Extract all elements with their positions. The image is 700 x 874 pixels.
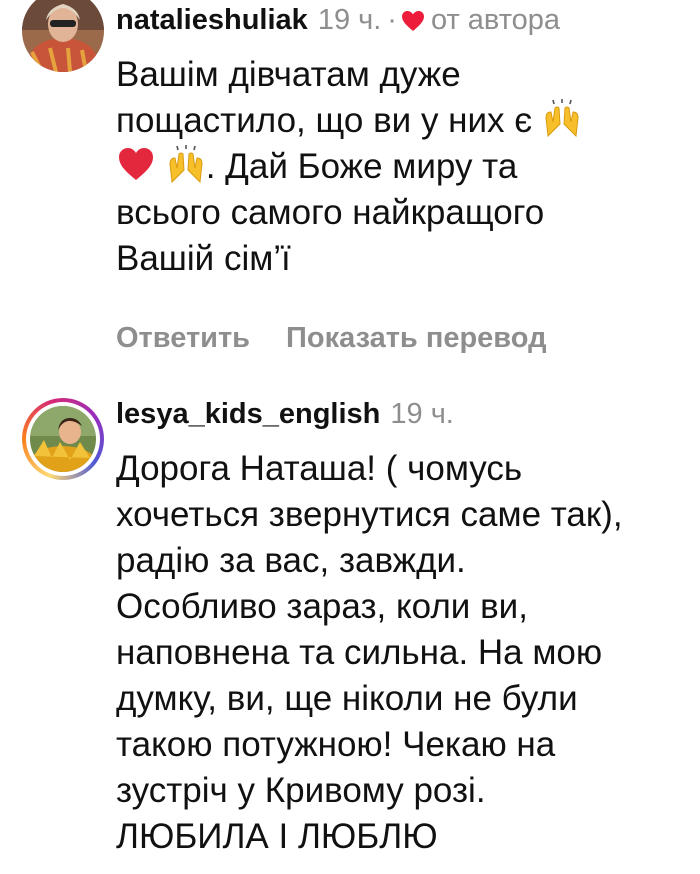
avatar[interactable] bbox=[22, 398, 104, 480]
raising-hands-icon bbox=[545, 99, 579, 138]
comment-header: natalieshuliak 19 ч. · от автора bbox=[116, 2, 680, 38]
timestamp: 19 ч. bbox=[390, 398, 454, 430]
username[interactable]: natalieshuliak bbox=[116, 2, 308, 38]
heart-icon bbox=[401, 11, 424, 31]
comment-text-line: Вашім дівчатам дуже bbox=[116, 55, 461, 94]
comment-text-line: всього самого найкращого bbox=[116, 193, 545, 232]
comment-header: lesya_kids_english 19 ч. bbox=[116, 396, 680, 432]
avatar[interactable] bbox=[22, 0, 104, 72]
story-ring[interactable] bbox=[22, 398, 104, 480]
comment-text: Вашім дівчатам дуже пощастило, що ви у н… bbox=[116, 52, 680, 282]
comment-text: Дорога Наташа! ( чомусь хочеться звернут… bbox=[116, 449, 623, 856]
username[interactable]: lesya_kids_english bbox=[116, 396, 380, 432]
comment-actions: Ответить Показать перевод bbox=[116, 322, 680, 355]
comment-text-line: Вашій сім’ї bbox=[116, 239, 291, 278]
comment-text-line: пощастило, що ви у них є bbox=[116, 101, 533, 140]
separator-dot: · bbox=[387, 4, 397, 36]
timestamp: 19 ч. bbox=[317, 4, 382, 36]
red-heart-icon bbox=[119, 148, 153, 180]
comment-text-line: . Дай Боже миру та bbox=[205, 147, 518, 186]
raising-hands-icon bbox=[169, 145, 203, 184]
author-liked-label: от автора bbox=[430, 4, 561, 36]
show-translation-button[interactable]: Показать перевод bbox=[286, 322, 546, 355]
avatar-image bbox=[22, 0, 104, 72]
avatar-image bbox=[30, 406, 96, 472]
reply-button[interactable]: Ответить bbox=[116, 322, 250, 355]
